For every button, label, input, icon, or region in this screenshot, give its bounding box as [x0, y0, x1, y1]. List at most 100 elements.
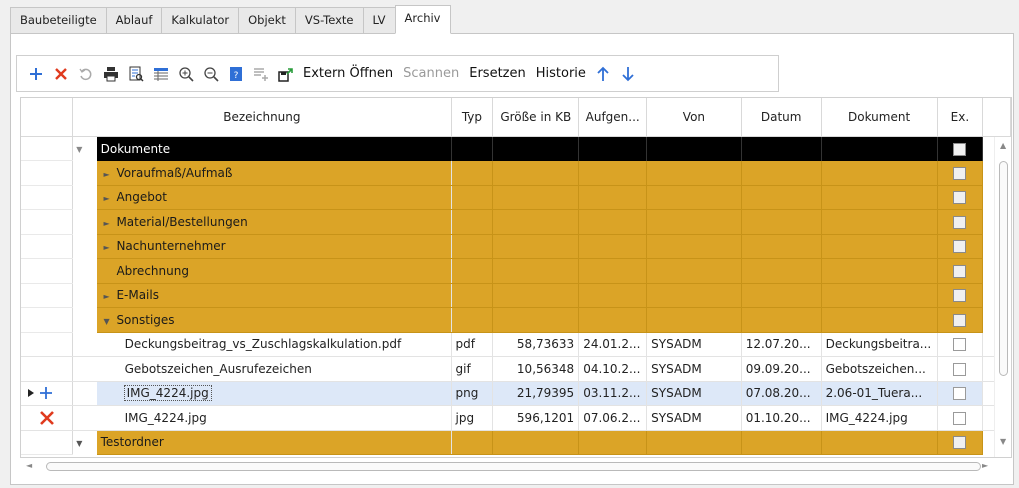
column-header-bezeichnung[interactable]: Bezeichnung	[72, 98, 452, 137]
folder-row[interactable]: ▼ Testordner	[21, 430, 1011, 455]
folder-name: Testordner	[100, 435, 164, 450]
add-icon[interactable]	[26, 64, 46, 84]
scroll-header	[982, 98, 1011, 137]
expand-down-icon[interactable]: ▼	[101, 317, 113, 326]
file-aufgenommen: 03.11.2...	[578, 381, 648, 406]
ex-checkbox[interactable]	[953, 142, 967, 156]
ex-checkbox[interactable]	[953, 191, 967, 205]
ex-checkbox[interactable]	[953, 166, 967, 180]
report-icon[interactable]	[151, 64, 171, 84]
column-header-dokument[interactable]: Dokument	[821, 98, 938, 137]
folder-row[interactable]: ► Angebot	[21, 185, 1011, 210]
folder-row[interactable]: ► E-Mails	[21, 283, 1011, 308]
tab-ablauf[interactable]: Ablauf	[105, 7, 162, 34]
horizontal-scroll-thumb[interactable]	[46, 462, 981, 471]
expand-down-icon[interactable]: ▼	[73, 439, 85, 448]
folder-name: Sonstiges	[116, 312, 175, 327]
folder-row-dokumente[interactable]: ▼ Dokumente	[21, 136, 1011, 161]
column-header-von[interactable]: Von	[646, 98, 742, 137]
file-von: SYSADM	[646, 405, 742, 431]
ex-checkbox[interactable]	[953, 264, 967, 278]
file-row[interactable]: Gebotszeichen_Ausrufezeichen gif 10,5634…	[21, 356, 1011, 382]
file-name: IMG_4224.jpg	[96, 381, 452, 406]
file-name: Deckungsbeitrag_vs_Zuschlagskalkulation.…	[96, 332, 452, 357]
ex-checkbox[interactable]	[953, 338, 967, 352]
expand-right-icon[interactable]: ►	[101, 243, 113, 252]
folder-name: Material/Bestellungen	[116, 214, 248, 229]
document-table: Bezeichnung Typ Größe in KB Aufgen... Vo…	[21, 98, 1011, 455]
tab-objekt[interactable]: Objekt	[238, 7, 295, 34]
column-header-ex[interactable]: Ex.	[937, 98, 984, 137]
horizontal-scrollbar[interactable]: ◄ ►	[20, 459, 995, 473]
folder-name: Dokumente	[96, 136, 452, 161]
scroll-up-icon[interactable]: ▲	[1000, 141, 1006, 150]
export-icon[interactable]	[276, 64, 296, 84]
folder-row[interactable]: ► Nachunternehmer	[21, 234, 1011, 259]
scroll-left-icon[interactable]: ◄	[26, 461, 32, 470]
scroll-right-icon[interactable]: ►	[982, 461, 988, 470]
tab-archiv[interactable]: Archiv	[394, 5, 451, 34]
file-von: SYSADM	[646, 381, 742, 406]
ex-checkbox[interactable]	[953, 436, 967, 450]
new-row-icon	[40, 387, 52, 400]
column-header-groesse[interactable]: Größe in KB	[492, 98, 580, 137]
tab-kalkulator[interactable]: Kalkulator	[161, 7, 239, 34]
indicator-header	[21, 98, 74, 137]
file-aufgenommen: 07.06.2...	[578, 405, 648, 431]
tab-baubeteiligte[interactable]: Baubeteiligte	[10, 7, 106, 34]
folder-row[interactable]: ▼ Sonstiges	[21, 307, 1011, 333]
file-row-selected[interactable]: IMG_4224.jpg png 21,79395 03.11.2... SYS…	[21, 381, 1011, 406]
file-dokument: Gebotszeichen...	[821, 356, 938, 382]
expand-right-icon[interactable]: ►	[101, 219, 113, 228]
vertical-scroll-thumb[interactable]	[999, 161, 1008, 376]
add-document-icon[interactable]	[251, 64, 271, 84]
help-icon[interactable]: ?	[226, 64, 246, 84]
ex-checkbox[interactable]	[953, 411, 967, 425]
column-header-aufgenommen[interactable]: Aufgen...	[578, 98, 648, 137]
zoom-in-icon[interactable]	[176, 64, 196, 84]
file-size: 21,79395	[492, 381, 580, 406]
ex-checkbox[interactable]	[953, 387, 967, 401]
print-icon[interactable]	[101, 64, 121, 84]
ex-checkbox[interactable]	[953, 289, 967, 303]
expand-right-icon[interactable]: ►	[101, 170, 113, 179]
scannen-button[interactable]: Scannen	[403, 66, 459, 81]
arrow-up-icon[interactable]	[593, 64, 613, 84]
vertical-scrollbar[interactable]: ▲ ▼	[994, 137, 1011, 457]
ex-checkbox[interactable]	[953, 362, 967, 376]
folder-name: E-Mails	[116, 288, 159, 303]
ex-checkbox[interactable]	[953, 240, 967, 254]
zoom-out-icon[interactable]	[201, 64, 221, 84]
ersetzen-button[interactable]: Ersetzen	[469, 66, 526, 81]
folder-row[interactable]: ► Voraufmaß/Aufmaß	[21, 160, 1011, 186]
expand-right-icon[interactable]: ►	[101, 194, 113, 203]
arrow-down-icon[interactable]	[618, 64, 638, 84]
tab-lv[interactable]: LV	[362, 7, 395, 34]
archive-toolbar: ? Extern Öffnen Scannen Ersetzen Histori…	[16, 55, 779, 92]
ex-checkbox[interactable]	[953, 215, 967, 229]
column-header-datum[interactable]: Datum	[741, 98, 822, 137]
folder-name: Nachunternehmer	[116, 239, 226, 254]
file-datum: 09.09.20...	[741, 356, 822, 382]
folder-row[interactable]: Abrechnung	[21, 258, 1011, 284]
file-type: jpg	[451, 405, 494, 431]
column-header-typ[interactable]: Typ	[451, 98, 494, 137]
delete-icon[interactable]	[51, 64, 71, 84]
file-datum: 12.07.20...	[741, 332, 822, 357]
file-row[interactable]: Deckungsbeitrag_vs_Zuschlagskalkulation.…	[21, 332, 1011, 357]
scroll-down-icon[interactable]: ▼	[1000, 437, 1006, 446]
folder-row[interactable]: ► Material/Bestellungen	[21, 209, 1011, 235]
undo-icon[interactable]	[76, 64, 96, 84]
print-preview-icon[interactable]	[126, 64, 146, 84]
file-type: png	[451, 381, 494, 406]
file-datum: 01.10.20...	[741, 405, 822, 431]
delete-row-icon	[40, 410, 54, 425]
file-row[interactable]: IMG_4224.jpg jpg 596,1201 07.06.2... SYS…	[21, 405, 1011, 431]
tab-vs-texte[interactable]: VS-Texte	[294, 7, 363, 34]
ex-checkbox[interactable]	[953, 313, 967, 327]
file-dokument: IMG_4224.jpg	[821, 405, 938, 431]
expand-right-icon[interactable]: ►	[101, 292, 113, 301]
historie-button[interactable]: Historie	[536, 66, 586, 81]
extern-oeffnen-button[interactable]: Extern Öffnen	[303, 66, 393, 81]
expand-down-icon[interactable]: ▼	[73, 145, 85, 154]
